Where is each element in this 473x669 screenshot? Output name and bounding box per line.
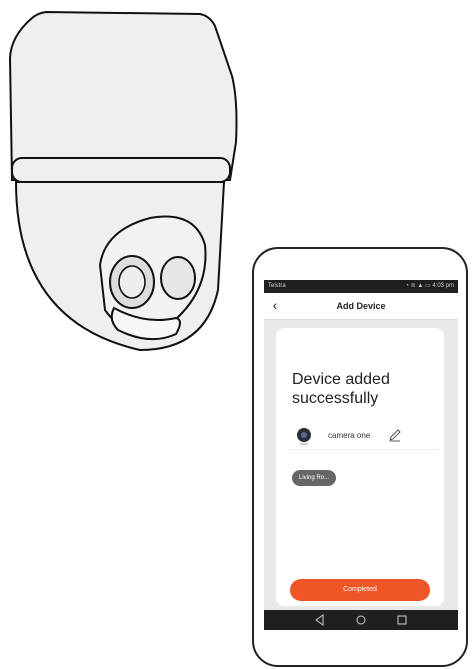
- circle-home-icon: [356, 615, 366, 625]
- signal-icon: ◔ ≋ ▲ ▭: [405, 283, 433, 289]
- success-title: Device added successfully: [292, 371, 390, 407]
- android-nav-bar: [264, 610, 458, 630]
- device-row: camera one: [288, 425, 438, 450]
- page-title: Add Device: [336, 301, 386, 311]
- pencil-icon[interactable]: [388, 428, 402, 442]
- device-name: camera one: [328, 431, 371, 440]
- phone-frame: Telstra ◔ ≋ ▲ ▭ 4:03 pm ‹ Add Device Dev…: [252, 247, 468, 667]
- nav-recents-button[interactable]: [392, 610, 412, 630]
- nav-back-button[interactable]: [310, 610, 330, 630]
- triangle-back-icon: [315, 614, 324, 626]
- camera-icon: [297, 428, 311, 445]
- nav-home-button[interactable]: [351, 610, 371, 630]
- status-time: 4:03 pm: [432, 283, 454, 289]
- room-chip[interactable]: Living Ro...: [292, 470, 336, 486]
- camera-illustration: [8, 10, 238, 352]
- success-card: Device added successfully camera one Liv…: [276, 328, 444, 606]
- phone-screen: Telstra ◔ ≋ ▲ ▭ 4:03 pm ‹ Add Device Dev…: [264, 280, 458, 630]
- completed-button[interactable]: Completed: [290, 579, 430, 601]
- app-header: ‹ Add Device: [264, 293, 458, 320]
- status-bar: Telstra ◔ ≋ ▲ ▭ 4:03 pm: [264, 280, 458, 293]
- carrier-label: Telstra: [268, 283, 286, 289]
- status-icons: ◔ ≋ ▲ ▭ 4:03 pm: [405, 280, 454, 293]
- square-recents-icon: [397, 615, 407, 625]
